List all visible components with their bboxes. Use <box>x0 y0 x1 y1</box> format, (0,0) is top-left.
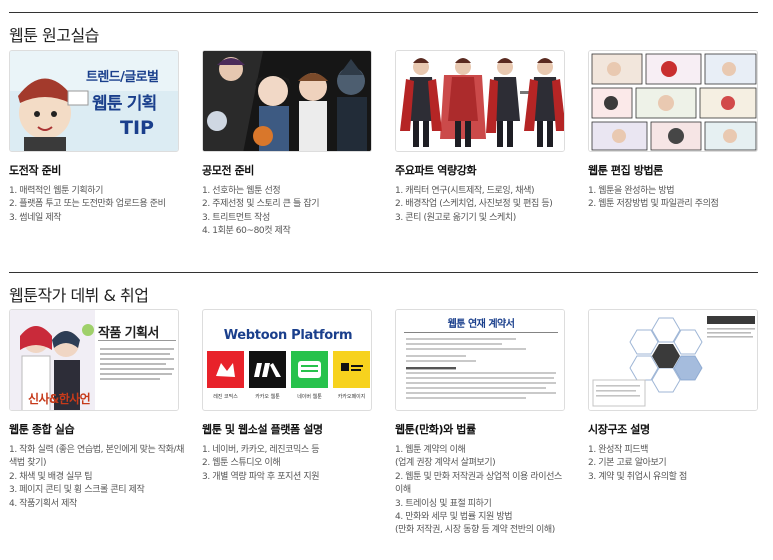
section-title: 웹툰작가 데뷔 & 취업 <box>9 286 149 305</box>
course-card-challenge-prep[interactable]: 트렌드/글로벌 웹툰 기획 TIP 도전작 준비 1. 매력적인 웹툰 기획하기… <box>9 50 179 225</box>
thumb-headline-1: Webtoon Platform <box>223 328 353 343</box>
course-topic-list: 1. 웹툰 계약의 이해 (업계 권장 계약서 살펴보기) 2. 웹툰 및 만화… <box>395 444 565 538</box>
course-thumbnail[interactable]: 작품 기획서 신사&한사언 <box>9 309 179 411</box>
course-title: 웹툰(만화)와 법률 <box>395 423 476 436</box>
platform-logo-lezhin <box>207 351 244 388</box>
course-topic-list: 1. 네이버, 카카오, 레진코믹스 등 2. 웹툰 스튜디오 이해 3. 개별… <box>202 444 372 484</box>
list-item: 1. 웹툰 계약의 이해 <box>395 445 466 455</box>
course-topic-list: 1. 완성작 피드백 2. 기본 고료 알아보기 3. 계약 및 취업시 유의할… <box>588 444 758 484</box>
platform-logo-kakaopage <box>333 351 370 388</box>
course-card-market-structure[interactable]: 시장구조 설명 1. 완성작 피드백 2. 기본 고료 알아보기 3. 계약 및… <box>588 309 758 484</box>
thumb-headline-1: 웹툰 연재 계약서 <box>447 319 515 330</box>
course-card-contest-prep[interactable]: 공모전 준비 1. 선호하는 웹툰 선정 2. 주제선정 및 스토리 큰 틀 잡… <box>202 50 372 239</box>
course-card-platforms[interactable]: Webtoon Platform 레진 코믹스 카카오 웹툰 네이버 웹툰 카카… <box>202 309 372 484</box>
list-item: 2. 배경작업 (스케치업, 사진보정 및 편집 등) <box>395 199 553 210</box>
section-webtoon-practice: 웹툰 원고실습 <box>9 12 758 46</box>
section-divider <box>9 12 758 13</box>
course-thumbnail[interactable]: 트렌드/글로벌 웹툰 기획 TIP <box>9 50 179 152</box>
list-item: 4. 작품기획서 제작 <box>9 498 77 509</box>
section-debut-employment: 웹툰작가 데뷔 & 취업 <box>9 272 758 306</box>
course-card-comprehensive-practice[interactable]: 작품 기획서 신사&한사언 웹툰 종합 실습 1. 작화 실력 (좋은 연습법,… <box>9 309 185 511</box>
course-title: 웹툰 및 웹소설 플랫폼 설명 <box>202 423 323 436</box>
course-card-editing-method[interactable]: 웹툰 편집 방법론 1. 웹툰을 완성하는 방법 2. 웹툰 저장방법 및 파일… <box>588 50 758 212</box>
course-card-key-skills[interactable]: 주요파트 역량강화 1. 캐릭터 연구(시트제작, 드로잉, 채색) 2. 배경… <box>395 50 565 225</box>
course-card-law[interactable]: 웹툰 연재 계약서 웹툰(만화)와 법률 1. 웹툰 계약의 이해 (업계 권장… <box>395 309 565 538</box>
course-topic-list: 1. 웹툰을 완성하는 방법 2. 웹툰 저장방법 및 파일관리 주의점 <box>588 185 758 212</box>
list-item: 1. 캐릭터 연구(시트제작, 드로잉, 채색) <box>395 186 535 196</box>
course-thumbnail[interactable] <box>202 50 372 152</box>
list-item: 색법 찾기) <box>9 458 47 469</box>
list-item: 3. 트레이싱 및 표절 피하기 <box>395 498 492 509</box>
platform-caption: 네이버 웹툰 <box>297 394 322 400</box>
list-item: 3. 개별 역량 파악 후 포지션 지원 <box>202 471 320 482</box>
course-title: 시장구조 설명 <box>588 423 650 436</box>
platform-caption: 카카오페이지 <box>337 394 366 400</box>
course-title: 웹툰 종합 실습 <box>9 423 75 436</box>
list-item: (만화 저작권, 시장 동향 등 계약 전반의 이해) <box>395 525 555 536</box>
list-item: 2. 주제선정 및 스토리 큰 틀 잡기 <box>202 199 320 210</box>
list-item: 2. 웹툰 및 만화 저작권과 상업적 이용 라이선스 <box>395 471 562 482</box>
thumb-headline-3: TIP <box>120 117 154 139</box>
list-item: 3. 계약 및 취업시 유의할 점 <box>588 471 687 482</box>
course-thumbnail[interactable] <box>588 309 758 411</box>
thumb-headline-2: 웹툰 기획 <box>92 94 157 114</box>
list-item: 2. 웹툰 스튜디오 이해 <box>202 458 281 469</box>
list-item: 2. 웹툰 저장방법 및 파일관리 주의점 <box>588 199 719 210</box>
course-topic-list: 1. 작화 실력 (좋은 연습법, 본인에게 맞는 작화/채 색법 찾기) 2.… <box>9 444 185 511</box>
course-title: 공모전 준비 <box>202 164 255 177</box>
list-item: 2. 채색 및 배경 실무 팁 <box>9 471 93 482</box>
section-title: 웹툰 원고실습 <box>9 26 99 45</box>
list-item: (업계 권장 계약서 살펴보기) <box>395 458 496 469</box>
list-item: 4. 1회분 60~80컷 제작 <box>202 226 291 237</box>
list-item: 3. 콘티 (원고로 옮기기 및 스케치) <box>395 212 516 223</box>
platform-caption: 카카오 웹툰 <box>255 394 280 400</box>
course-thumbnail[interactable]: 웹툰 연재 계약서 <box>395 309 565 411</box>
course-title: 주요파트 역량강화 <box>395 164 477 177</box>
section-divider <box>9 272 758 273</box>
list-item: 1. 선호하는 웹툰 선정 <box>202 186 281 196</box>
list-item: 1. 네이버, 카카오, 레진코믹스 등 <box>202 445 320 455</box>
thumb-headline-1: 작품 기획서 <box>98 326 159 341</box>
platform-caption: 레진 코믹스 <box>213 394 238 400</box>
thumb-headline-2: 신사&한사언 <box>28 392 91 406</box>
course-thumbnail[interactable] <box>395 50 565 152</box>
course-thumbnail[interactable] <box>588 50 758 152</box>
course-thumbnail[interactable]: Webtoon Platform 레진 코믹스 카카오 웹툰 네이버 웹툰 카카… <box>202 309 372 411</box>
course-title: 웹툰 편집 방법론 <box>588 164 663 177</box>
list-item: 1. 매력적인 웹툰 기획하기 <box>9 186 103 196</box>
list-item: 1. 웹툰을 완성하는 방법 <box>588 186 675 196</box>
list-item: 3. 페이지 콘티 및 휭 스크롤 콘티 제작 <box>9 485 145 496</box>
course-topic-list: 1. 매력적인 웹툰 기획하기 2. 플랫폼 투고 또는 도전만화 업로드용 준… <box>9 185 179 225</box>
list-item: 4. 만화와 세무 및 법률 지원 방법 <box>395 512 513 523</box>
list-item: 1. 작화 실력 (좋은 연습법, 본인에게 맞는 작화/채 <box>9 445 185 455</box>
course-title: 도전작 준비 <box>9 164 62 177</box>
platform-logo-naver-webtoon <box>291 351 328 388</box>
platform-logo-kakao-webtoon <box>249 351 286 388</box>
list-item: 이해 <box>395 485 411 496</box>
list-item: 2. 플랫폼 투고 또는 도전만화 업로드용 준비 <box>9 199 166 210</box>
course-topic-list: 1. 선호하는 웹툰 선정 2. 주제선정 및 스토리 큰 틀 잡기 3. 트리… <box>202 185 372 239</box>
list-item: 3. 썸네일 제작 <box>9 212 62 223</box>
thumb-headline-1: 트렌드/글로벌 <box>86 70 159 85</box>
list-item: 2. 기본 고료 알아보기 <box>588 458 667 469</box>
list-item: 3. 트리트먼트 작성 <box>202 212 270 223</box>
course-topic-list: 1. 캐릭터 연구(시트제작, 드로잉, 채색) 2. 배경작업 (스케치업, … <box>395 185 565 225</box>
list-item: 1. 완성작 피드백 <box>588 445 648 455</box>
